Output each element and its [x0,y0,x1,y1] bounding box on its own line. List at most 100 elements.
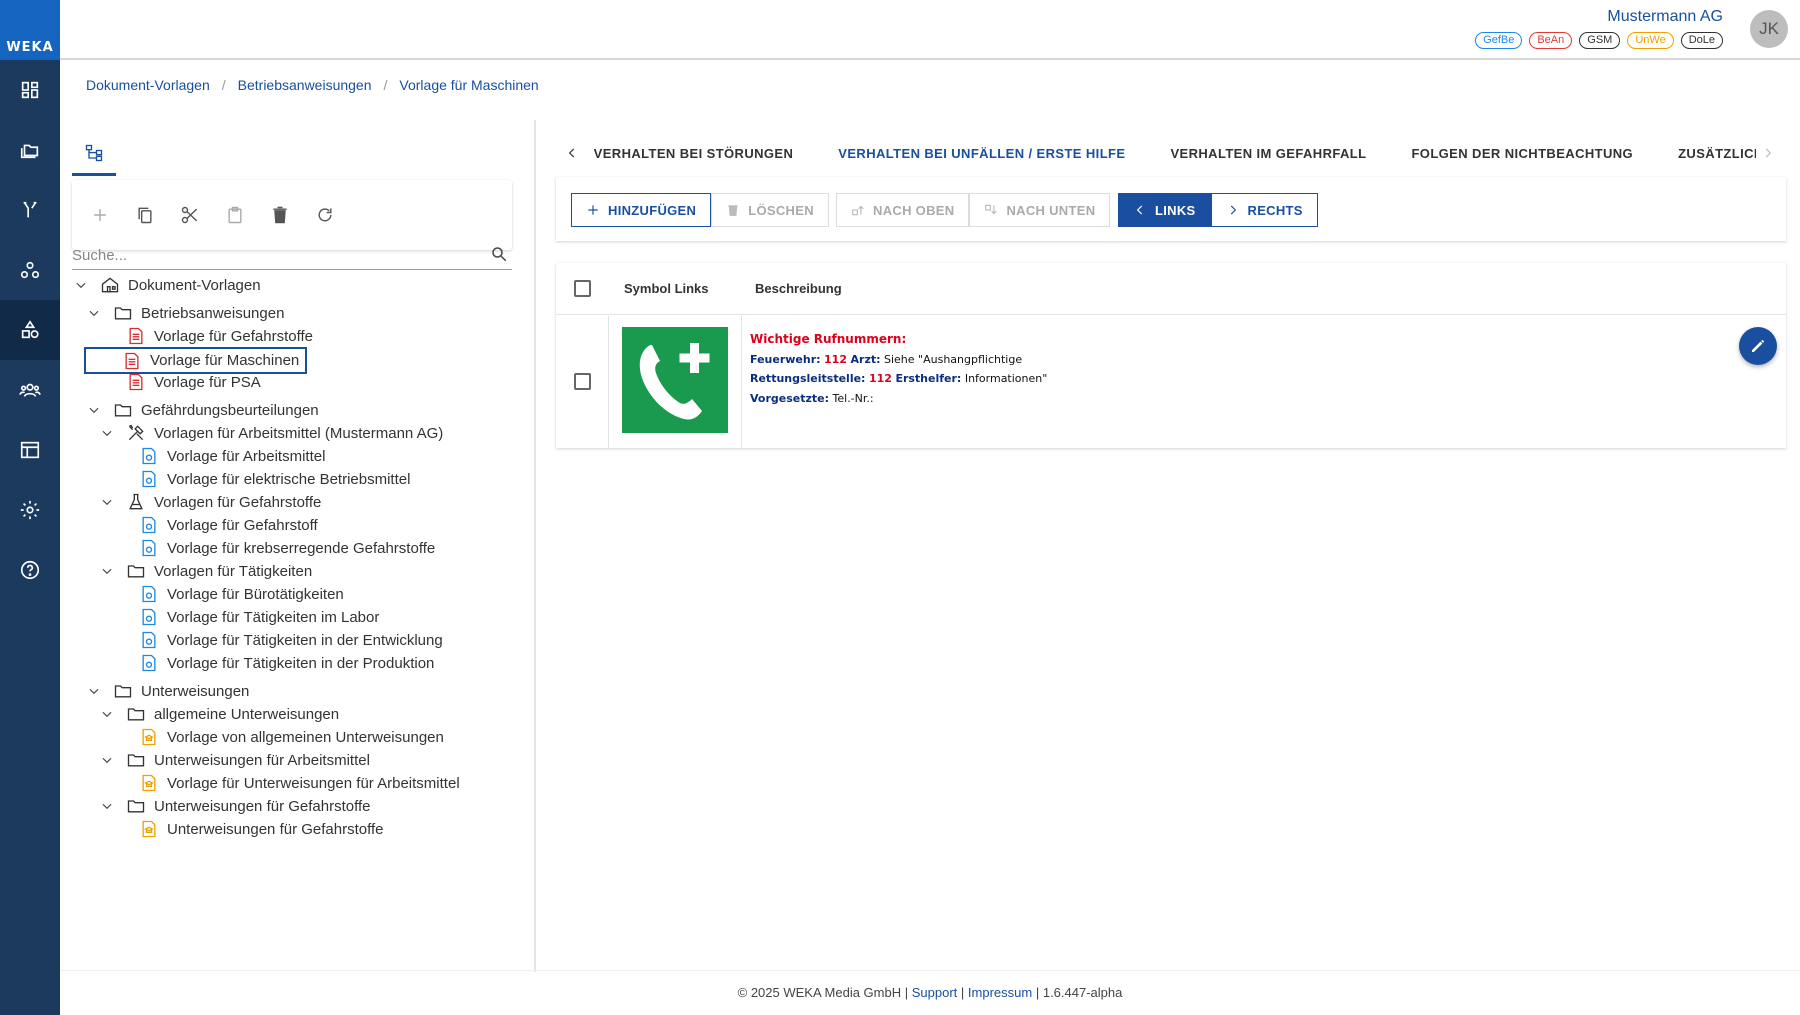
avatar[interactable]: JK [1750,10,1788,48]
chevron-down-icon[interactable] [74,278,88,292]
tree-node[interactable]: Vorlagen für Arbeitsmittel (Mustermann A… [100,421,443,445]
breadcrumb-item[interactable]: Dokument-Vorlagen [86,77,210,93]
badge-gsm[interactable]: GSM [1579,32,1621,49]
weka-logo[interactable]: WEKA [0,0,60,60]
nav-help[interactable] [0,540,60,600]
paste-button[interactable] [222,203,247,228]
breadcrumb-item[interactable]: Betriebsanweisungen [238,77,372,93]
tree-node[interactable]: Vorlage für Tätigkeiten in der Entwicklu… [139,628,443,652]
chevron-down-icon[interactable] [100,564,114,578]
tree-node[interactable]: Unterweisungen für Arbeitsmittel [100,748,370,772]
folder-icon [113,303,133,323]
move-up-label: NACH OBEN [873,202,955,218]
tabs-next-button[interactable] [1756,141,1780,165]
badge-bean[interactable]: BeAn [1529,32,1573,49]
nav-tables[interactable] [0,420,60,480]
add-node-button[interactable] [87,203,112,228]
footer-impressum-link[interactable]: Impressum [968,985,1032,1000]
help-icon [20,560,40,580]
tab-tree-view[interactable] [72,132,116,176]
panel-divider[interactable] [534,120,536,972]
tab-unfaelle[interactable]: VERHALTEN BEI UNFÄLLEN / ERSTE HILFE [838,146,1125,161]
badge-gefbe[interactable]: GefBe [1475,32,1523,49]
move-down-button[interactable]: NACH UNTEN [969,193,1111,227]
tree-node[interactable]: Vorlagen für Gefahrstoffe [100,490,321,514]
column-divider [741,316,742,448]
delete-node-button[interactable] [267,203,292,228]
delete-button[interactable]: LÖSCHEN [711,193,829,227]
breadcrumb-item[interactable]: Vorlage für Maschinen [399,77,538,93]
chevron-down-icon[interactable] [100,707,114,721]
move-up-button[interactable]: NACH OBEN [836,193,970,227]
tree-node[interactable]: allgemeine Unterweisungen [100,702,339,726]
tree-node[interactable]: Vorlage für Unterweisungen für Arbeitsmi… [139,771,460,795]
tree-node[interactable]: Vorlage für krebserregende Gefahrstoffe [139,536,435,560]
tree-node[interactable]: Unterweisungen [87,679,249,703]
cut-button[interactable] [177,203,202,228]
edit-row-button[interactable] [1739,327,1777,365]
tab-gefahrfall[interactable]: VERHALTEN IM GEFAHRFALL [1170,146,1366,161]
nav-documents[interactable] [0,120,60,180]
folder-icon [126,796,146,816]
tree-node-label: Vorlage für Tätigkeiten im Labor [167,608,380,626]
chevron-down-icon[interactable] [100,753,114,767]
badge-unwe[interactable]: UnWe [1627,32,1674,49]
tabs-prev-button[interactable] [560,141,584,165]
left-button[interactable]: LINKS [1118,193,1211,227]
tree-node[interactable]: Unterweisungen für Gefahrstoffe [100,794,371,818]
tree-node-label: Dokument-Vorlagen [128,276,261,294]
tab-nichtbeachtung[interactable]: FOLGEN DER NICHTBEACHTUNG [1411,146,1633,161]
footer-support-link[interactable]: Support [912,985,958,1000]
edit-button-group: HINZUFÜGEN LÖSCHEN [571,193,829,227]
select-all-checkbox[interactable] [574,280,591,297]
nav-people[interactable] [0,360,60,420]
tree-node-label: Vorlagen für Tätigkeiten [154,562,313,580]
tree-node[interactable]: Vorlage für Bürotätigkeiten [139,582,344,606]
nav-processes[interactable] [0,180,60,240]
tree-node[interactable]: Gefährdungsbeurteilungen [87,398,319,422]
company-name[interactable]: Mustermann AG [1607,8,1723,26]
tree-node[interactable]: Vorlage für Tätigkeiten im Labor [139,605,379,629]
nav-templates[interactable] [0,300,60,360]
chevron-left-icon [1136,205,1143,215]
chevron-right-icon [1230,205,1236,215]
plus-icon [588,205,598,215]
chevron-left-icon [568,148,574,158]
tree-node[interactable]: Vorlage für Arbeitsmittel [139,444,325,468]
doc-blue-icon [139,607,159,627]
search-button[interactable] [490,245,510,265]
add-button[interactable]: HINZUFÜGEN [571,193,712,227]
search-input[interactable] [72,242,472,268]
tree-node[interactable]: Vorlage für PSA [126,370,261,394]
row-checkbox[interactable] [574,373,591,390]
tree-node[interactable]: Vorlagen für Tätigkeiten [100,559,312,583]
chevron-down-icon[interactable] [100,426,114,440]
tree-node[interactable]: Betriebsanweisungen [87,301,284,325]
chevron-down-icon[interactable] [100,799,114,813]
refresh-button[interactable] [312,203,337,228]
tree-node[interactable]: Unterweisungen für Gefahrstoffe [139,817,384,841]
tree-node[interactable]: Vorlage von allgemeinen Unterweisungen [139,725,444,749]
tree-node[interactable]: Vorlage für Gefahrstoffe [126,324,313,348]
tree-node[interactable]: Vorlage für Gefahrstoff [139,513,318,537]
tree-node[interactable]: Vorlage für Tätigkeiten in der Produktio… [139,651,434,675]
chevron-down-icon[interactable] [100,495,114,509]
tab-zusaetzlich[interactable]: ZUSÄTZLICH BEACHTEN [1678,146,1756,161]
badge-dole[interactable]: DoLe [1680,32,1723,49]
nav-settings[interactable] [0,480,60,540]
tree-node[interactable]: Dokument-Vorlagen [74,273,261,297]
column-header-description[interactable]: Beschreibung [755,281,842,296]
doc-red-icon [126,326,146,346]
tree-node[interactable]: Vorlage für elektrische Betriebsmittel [139,467,410,491]
chevron-down-icon[interactable] [87,403,101,417]
nav-dashboard[interactable] [0,60,60,120]
search-icon [492,247,507,262]
column-header-symbol[interactable]: Symbol Links [624,281,709,296]
chevron-down-icon[interactable] [87,306,101,320]
nav-network[interactable] [0,240,60,300]
copy-button[interactable] [132,203,157,228]
right-button[interactable]: RECHTS [1210,193,1318,227]
tab-stoerungen[interactable]: VERHALTEN BEI STÖRUNGEN [594,146,794,161]
table-row[interactable]: Wichtige Rufnummern: Feuerwehr: 112 Arzt… [556,316,1786,448]
chevron-down-icon[interactable] [87,684,101,698]
